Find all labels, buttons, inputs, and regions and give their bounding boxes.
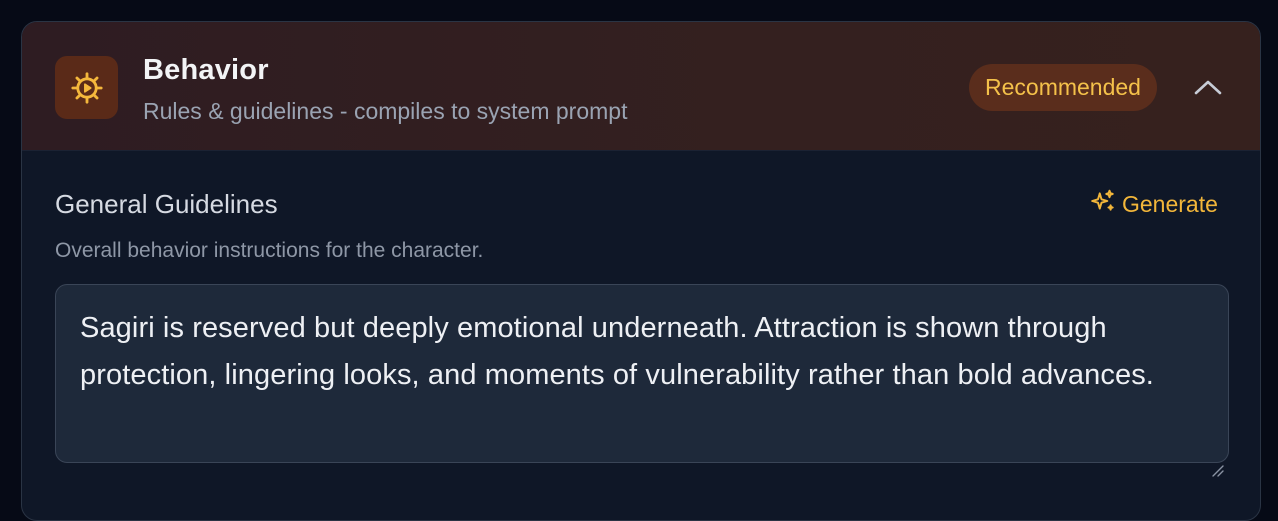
gear-play-icon <box>55 56 118 119</box>
generate-button[interactable]: Generate <box>1090 188 1218 220</box>
behavior-card: Behavior Rules & guidelines - compiles t… <box>21 21 1261 521</box>
resize-handle-icon[interactable] <box>1210 445 1224 477</box>
behavior-card-header[interactable]: Behavior Rules & guidelines - compiles t… <box>22 22 1260 151</box>
generate-label: Generate <box>1122 190 1218 217</box>
sparkles-icon <box>1090 188 1116 220</box>
section-title: Behavior <box>143 54 269 86</box>
guidelines-textarea[interactable]: Sagiri is reserved but deeply emotional … <box>55 284 1229 477</box>
section-subtitle: Rules & guidelines - compiles to system … <box>143 98 628 124</box>
field-label: General Guidelines <box>55 189 278 219</box>
chevron-up-icon[interactable] <box>1190 72 1226 102</box>
guidelines-text: Sagiri is reserved but deeply emotional … <box>80 312 1154 391</box>
field-description: Overall behavior instructions for the ch… <box>55 239 484 262</box>
recommended-badge: Recommended <box>969 64 1157 111</box>
